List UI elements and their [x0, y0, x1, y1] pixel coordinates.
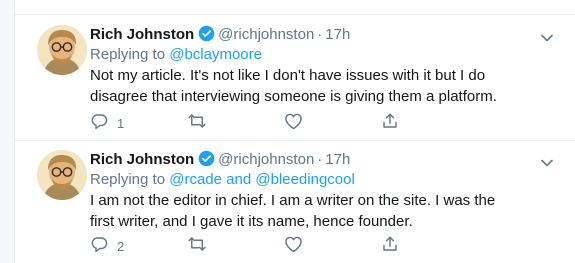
retweet-icon: [187, 112, 207, 135]
divider: [15, 14, 575, 15]
chevron-down-icon[interactable]: [541, 29, 553, 47]
reply-button[interactable]: 1: [90, 113, 124, 133]
tweet-text: I am not the editor in chief. I am a wri…: [90, 192, 496, 230]
timestamp[interactable]: 17h: [325, 151, 350, 168]
replying-to: Replying to @bclaymoore: [90, 45, 262, 65]
retweet-button[interactable]: [187, 236, 207, 256]
tweet[interactable]: Rich Johnston @richjohnston · 17h Replying …: [15, 141, 575, 263]
author-name[interactable]: Rich Johnston: [90, 151, 194, 168]
heart-icon: [284, 235, 303, 258]
reply-target-joiner: and: [226, 171, 252, 188]
share-button[interactable]: [381, 236, 399, 256]
author-handle[interactable]: @richjohnston: [218, 26, 314, 43]
share-icon: [381, 112, 399, 135]
separator-dot: ·: [317, 151, 323, 168]
like-button[interactable]: [284, 113, 303, 133]
replying-to-label: Replying to: [90, 46, 166, 63]
reply-count: 1: [117, 115, 125, 131]
tweet-text: Not my article. It's not like I don't ha…: [90, 67, 497, 105]
replying-to-label: Replying to: [90, 171, 166, 188]
reply-target-link[interactable]: @bleedingcool: [255, 171, 354, 188]
tweet[interactable]: Rich Johnston @richjohnston · 17h Replying …: [15, 16, 575, 140]
retweet-button[interactable]: [187, 113, 207, 133]
reply-button[interactable]: 2: [90, 236, 124, 256]
author-handle[interactable]: @richjohnston: [218, 151, 314, 168]
separator-dot: ·: [317, 26, 323, 43]
timeline: Rich Johnston @richjohnston · 17h Replying …: [14, 0, 575, 263]
reply-target-link[interactable]: @rcade: [169, 171, 222, 188]
reply-icon: [90, 235, 108, 258]
tweet-actions: 1: [90, 113, 420, 133]
timestamp[interactable]: 17h: [325, 26, 350, 43]
reply-icon: [90, 112, 108, 135]
author-name[interactable]: Rich Johnston: [90, 26, 194, 43]
heart-icon: [284, 112, 303, 135]
avatar[interactable]: [37, 25, 87, 75]
retweet-icon: [187, 235, 207, 258]
reply-count: 2: [117, 238, 125, 254]
reply-target-link[interactable]: @bclaymoore: [169, 46, 262, 63]
share-button[interactable]: [381, 113, 399, 133]
tweet-actions: 2: [90, 236, 420, 256]
replying-to: Replying to @rcade and @bleedingcool: [90, 170, 355, 190]
chevron-down-icon[interactable]: [541, 154, 553, 172]
like-button[interactable]: [284, 236, 303, 256]
avatar[interactable]: [37, 150, 87, 200]
share-icon: [381, 235, 399, 258]
